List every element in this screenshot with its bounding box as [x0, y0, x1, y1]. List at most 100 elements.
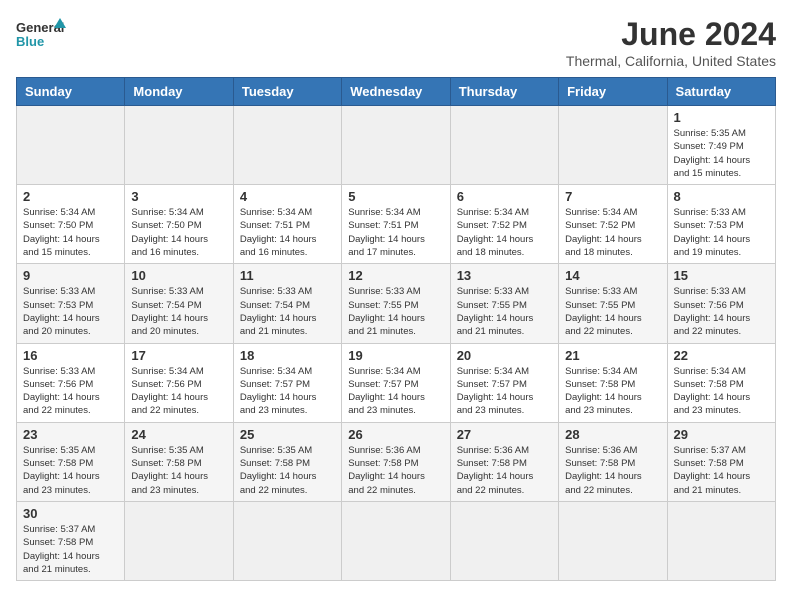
calendar-day [125, 501, 233, 580]
calendar-day: 13 Sunrise: 5:33 AM Sunset: 7:55 PM Dayli… [450, 264, 558, 343]
day-number: 7 [565, 189, 660, 204]
calendar-day: 2Sunrise: 5:34 AM Sunset: 7:50 PM Daylig… [17, 185, 125, 264]
day-number: 5 [348, 189, 443, 204]
day-info: Sunrise: 5:33 AM Sunset: 7:56 PM Dayligh… [674, 285, 769, 338]
calendar-day: 26 Sunrise: 5:36 AM Sunset: 7:58 PM Dayli… [342, 422, 450, 501]
day-number: 13 [457, 268, 552, 283]
day-number: 14 [565, 268, 660, 283]
calendar-week-row: 9Sunrise: 5:33 AM Sunset: 7:53 PM Daylig… [17, 264, 776, 343]
day-number: 21 [565, 348, 660, 363]
day-info: Sunrise: 5:34 AM Sunset: 7:57 PM Dayligh… [240, 365, 335, 418]
calendar-day [559, 501, 667, 580]
day-info: Sunrise: 5:34 AM Sunset: 7:58 PM Dayligh… [565, 365, 660, 418]
day-number: 11 [240, 268, 335, 283]
day-info: Sunrise: 5:33 AM Sunset: 7:54 PM Dayligh… [131, 285, 226, 338]
day-number: 15 [674, 268, 769, 283]
calendar-day: 21 Sunrise: 5:34 AM Sunset: 7:58 PM Dayli… [559, 343, 667, 422]
calendar-week-row: 23 Sunrise: 5:35 AM Sunset: 7:58 PM Dayli… [17, 422, 776, 501]
calendar-day [342, 106, 450, 185]
logo-svg: General Blue [16, 16, 66, 56]
calendar-day [559, 106, 667, 185]
day-info: Sunrise: 5:34 AM Sunset: 7:58 PM Dayligh… [674, 365, 769, 418]
calendar-day: 3 Sunrise: 5:34 AM Sunset: 7:50 PM Daylig… [125, 185, 233, 264]
title-area: June 2024 Thermal, California, United St… [566, 16, 776, 69]
col-header-sunday: Sunday [17, 78, 125, 106]
col-header-tuesday: Tuesday [233, 78, 341, 106]
day-info: Sunrise: 5:34 AM Sunset: 7:51 PM Dayligh… [348, 206, 443, 259]
day-number: 4 [240, 189, 335, 204]
day-info: Sunrise: 5:34 AM Sunset: 7:57 PM Dayligh… [348, 365, 443, 418]
calendar-day [233, 106, 341, 185]
calendar-day: 11 Sunrise: 5:33 AM Sunset: 7:54 PM Dayli… [233, 264, 341, 343]
day-info: Sunrise: 5:33 AM Sunset: 7:54 PM Dayligh… [240, 285, 335, 338]
day-info: Sunrise: 5:36 AM Sunset: 7:58 PM Dayligh… [457, 444, 552, 497]
calendar-day: 19 Sunrise: 5:34 AM Sunset: 7:57 PM Dayli… [342, 343, 450, 422]
day-info: Sunrise: 5:34 AM Sunset: 7:50 PM Dayligh… [131, 206, 226, 259]
day-number: 2 [23, 189, 118, 204]
calendar-day [450, 106, 558, 185]
day-number: 1 [674, 110, 769, 125]
location-subtitle: Thermal, California, United States [566, 53, 776, 69]
calendar-week-row: 30 Sunrise: 5:37 AM Sunset: 7:58 PM Dayli… [17, 501, 776, 580]
calendar-day [342, 501, 450, 580]
calendar-day [667, 501, 775, 580]
col-header-saturday: Saturday [667, 78, 775, 106]
calendar-day: 24Sunrise: 5:35 AM Sunset: 7:58 PM Dayli… [125, 422, 233, 501]
calendar-day: 6Sunrise: 5:34 AM Sunset: 7:52 PM Daylig… [450, 185, 558, 264]
day-number: 18 [240, 348, 335, 363]
calendar-day: 30 Sunrise: 5:37 AM Sunset: 7:58 PM Dayli… [17, 501, 125, 580]
calendar-day [450, 501, 558, 580]
day-number: 23 [23, 427, 118, 442]
calendar-day: 23 Sunrise: 5:35 AM Sunset: 7:58 PM Dayli… [17, 422, 125, 501]
day-info: Sunrise: 5:35 AM Sunset: 7:58 PM Dayligh… [23, 444, 118, 497]
day-number: 22 [674, 348, 769, 363]
day-number: 26 [348, 427, 443, 442]
day-info: Sunrise: 5:37 AM Sunset: 7:58 PM Dayligh… [674, 444, 769, 497]
day-number: 30 [23, 506, 118, 521]
calendar-day: 5 Sunrise: 5:34 AM Sunset: 7:51 PM Daylig… [342, 185, 450, 264]
calendar-day: 9Sunrise: 5:33 AM Sunset: 7:53 PM Daylig… [17, 264, 125, 343]
calendar-day [233, 501, 341, 580]
day-number: 24 [131, 427, 226, 442]
day-info: Sunrise: 5:34 AM Sunset: 7:57 PM Dayligh… [457, 365, 552, 418]
calendar-day: 14Sunrise: 5:33 AM Sunset: 7:55 PM Dayli… [559, 264, 667, 343]
calendar-day: 17Sunrise: 5:34 AM Sunset: 7:56 PM Dayli… [125, 343, 233, 422]
day-info: Sunrise: 5:36 AM Sunset: 7:58 PM Dayligh… [348, 444, 443, 497]
calendar-day: 1 Sunrise: 5:35 AM Sunset: 7:49 PM Daylig… [667, 106, 775, 185]
day-info: Sunrise: 5:35 AM Sunset: 7:49 PM Dayligh… [674, 127, 769, 180]
day-number: 3 [131, 189, 226, 204]
calendar-day: 20 Sunrise: 5:34 AM Sunset: 7:57 PM Dayli… [450, 343, 558, 422]
day-number: 9 [23, 268, 118, 283]
day-number: 28 [565, 427, 660, 442]
day-number: 20 [457, 348, 552, 363]
day-info: Sunrise: 5:34 AM Sunset: 7:51 PM Dayligh… [240, 206, 335, 259]
day-number: 29 [674, 427, 769, 442]
calendar-day: 28 Sunrise: 5:36 AM Sunset: 7:58 PM Dayli… [559, 422, 667, 501]
day-info: Sunrise: 5:36 AM Sunset: 7:58 PM Dayligh… [565, 444, 660, 497]
calendar-day: 12Sunrise: 5:33 AM Sunset: 7:55 PM Dayli… [342, 264, 450, 343]
day-number: 17 [131, 348, 226, 363]
calendar-day: 8 Sunrise: 5:33 AM Sunset: 7:53 PM Daylig… [667, 185, 775, 264]
calendar-day: 25 Sunrise: 5:35 AM Sunset: 7:58 PM Dayli… [233, 422, 341, 501]
day-info: Sunrise: 5:33 AM Sunset: 7:53 PM Dayligh… [674, 206, 769, 259]
day-info: Sunrise: 5:37 AM Sunset: 7:58 PM Dayligh… [23, 523, 118, 576]
day-info: Sunrise: 5:33 AM Sunset: 7:55 PM Dayligh… [457, 285, 552, 338]
day-number: 25 [240, 427, 335, 442]
month-title: June 2024 [566, 16, 776, 53]
calendar-day: 29 Sunrise: 5:37 AM Sunset: 7:58 PM Dayli… [667, 422, 775, 501]
day-number: 12 [348, 268, 443, 283]
calendar-day [125, 106, 233, 185]
calendar-week-row: 2 Sunrise: 5:34 AM Sunset: 7:50 PM Daylig… [17, 185, 776, 264]
calendar-table: SundayMondayTuesdayWednesdayThursdayFrid… [16, 77, 776, 581]
day-number: 16 [23, 348, 118, 363]
day-info: Sunrise: 5:35 AM Sunset: 7:58 PM Dayligh… [240, 444, 335, 497]
col-header-friday: Friday [559, 78, 667, 106]
day-info: Sunrise: 5:34 AM Sunset: 7:52 PM Dayligh… [457, 206, 552, 259]
calendar-day: 27Sunrise: 5:36 AM Sunset: 7:58 PM Dayli… [450, 422, 558, 501]
day-number: 8 [674, 189, 769, 204]
col-header-thursday: Thursday [450, 78, 558, 106]
page-header: General Blue June 2024 Thermal, Californ… [16, 16, 776, 69]
calendar-day: 18 Sunrise: 5:34 AM Sunset: 7:57 PM Dayli… [233, 343, 341, 422]
day-number: 19 [348, 348, 443, 363]
calendar-day: 7Sunrise: 5:34 AM Sunset: 7:52 PM Daylig… [559, 185, 667, 264]
